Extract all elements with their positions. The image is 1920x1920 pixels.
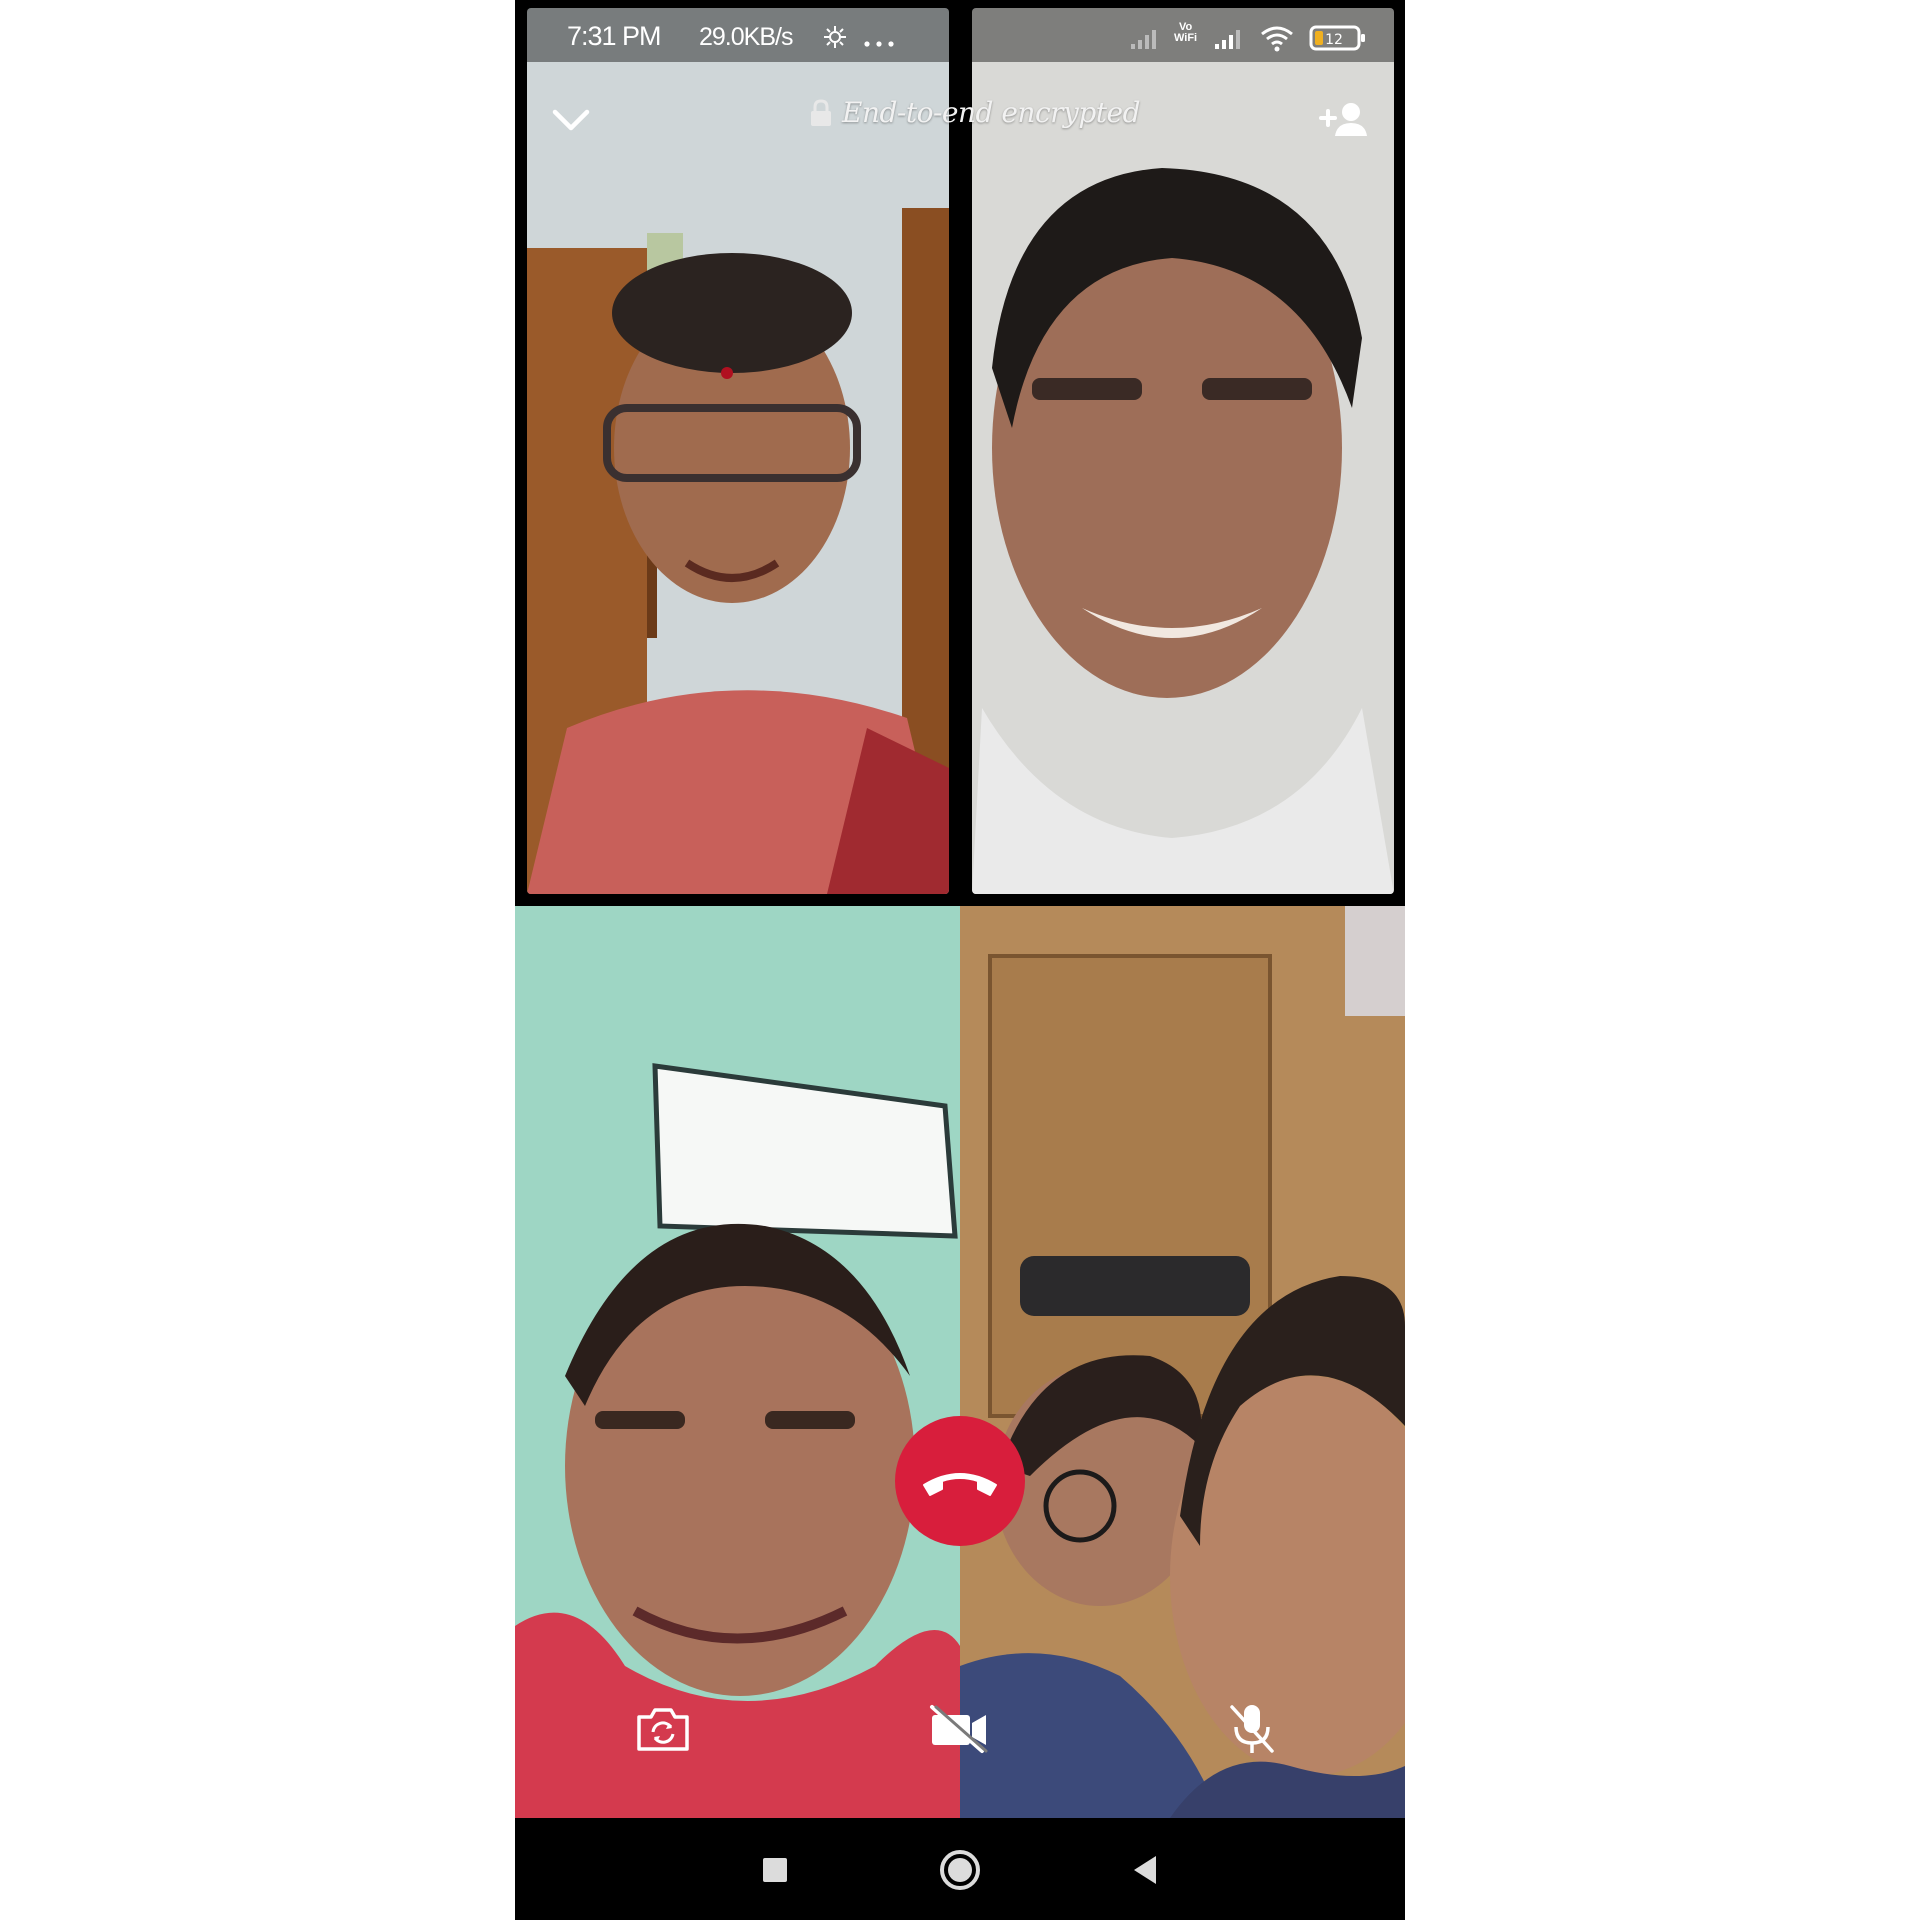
chevron-down-icon (552, 109, 590, 131)
wifi-icon (1259, 24, 1295, 57)
battery-icon: 12 (1309, 24, 1367, 57)
end-call-button[interactable] (895, 1416, 1025, 1546)
minimize-call-button[interactable] (543, 92, 599, 148)
flip-camera-button[interactable] (628, 1694, 698, 1764)
status-time: 7:31 PM (567, 21, 662, 51)
status-network-speed: 29.0KB/s (699, 23, 793, 51)
system-navigation-bar (515, 1818, 1405, 1920)
encryption-label: End-to-end encrypted (842, 96, 1141, 129)
mic-off-icon (1230, 1705, 1274, 1753)
call-header: End-to-end encrypted (515, 62, 1405, 172)
participant-video-feed-4 (960, 906, 1405, 1818)
flip-camera-icon (637, 1708, 689, 1751)
participant-video-feed-3 (515, 906, 960, 1818)
status-bar: 7:31 PM 29.0KB/s Vo WiFi 12 (527, 8, 1394, 62)
home-button[interactable] (932, 1842, 988, 1898)
mute-button[interactable] (1217, 1694, 1287, 1764)
recents-square-icon (763, 1858, 787, 1882)
back-triangle-icon (1134, 1856, 1156, 1884)
vowifi-icon: Vo WiFi (1174, 21, 1198, 44)
signal-icon (1129, 28, 1161, 55)
end-call-icon (923, 1473, 997, 1496)
battery-level: 12 (1325, 32, 1343, 48)
video-call-screen: 7:31 PM 29.0KB/s Vo WiFi 12 End-to-end e… (515, 0, 1405, 1920)
add-person-icon (1319, 103, 1367, 136)
participant-video-tile-3[interactable] (515, 906, 960, 1818)
add-participant-button[interactable] (1315, 92, 1375, 148)
video-toggle-button[interactable] (924, 1694, 994, 1764)
home-circle-icon (940, 1850, 980, 1890)
signal-icon (1213, 28, 1245, 55)
data-saver-icon (822, 24, 848, 55)
lock-icon (811, 98, 831, 126)
back-button[interactable] (1117, 1842, 1173, 1898)
more-notifications-icon (864, 34, 894, 52)
participant-video-tile-4[interactable] (960, 906, 1405, 1818)
encryption-status: End-to-end encrypted (810, 96, 1141, 129)
video-off-icon (930, 1705, 988, 1753)
recents-button[interactable] (747, 1842, 803, 1898)
